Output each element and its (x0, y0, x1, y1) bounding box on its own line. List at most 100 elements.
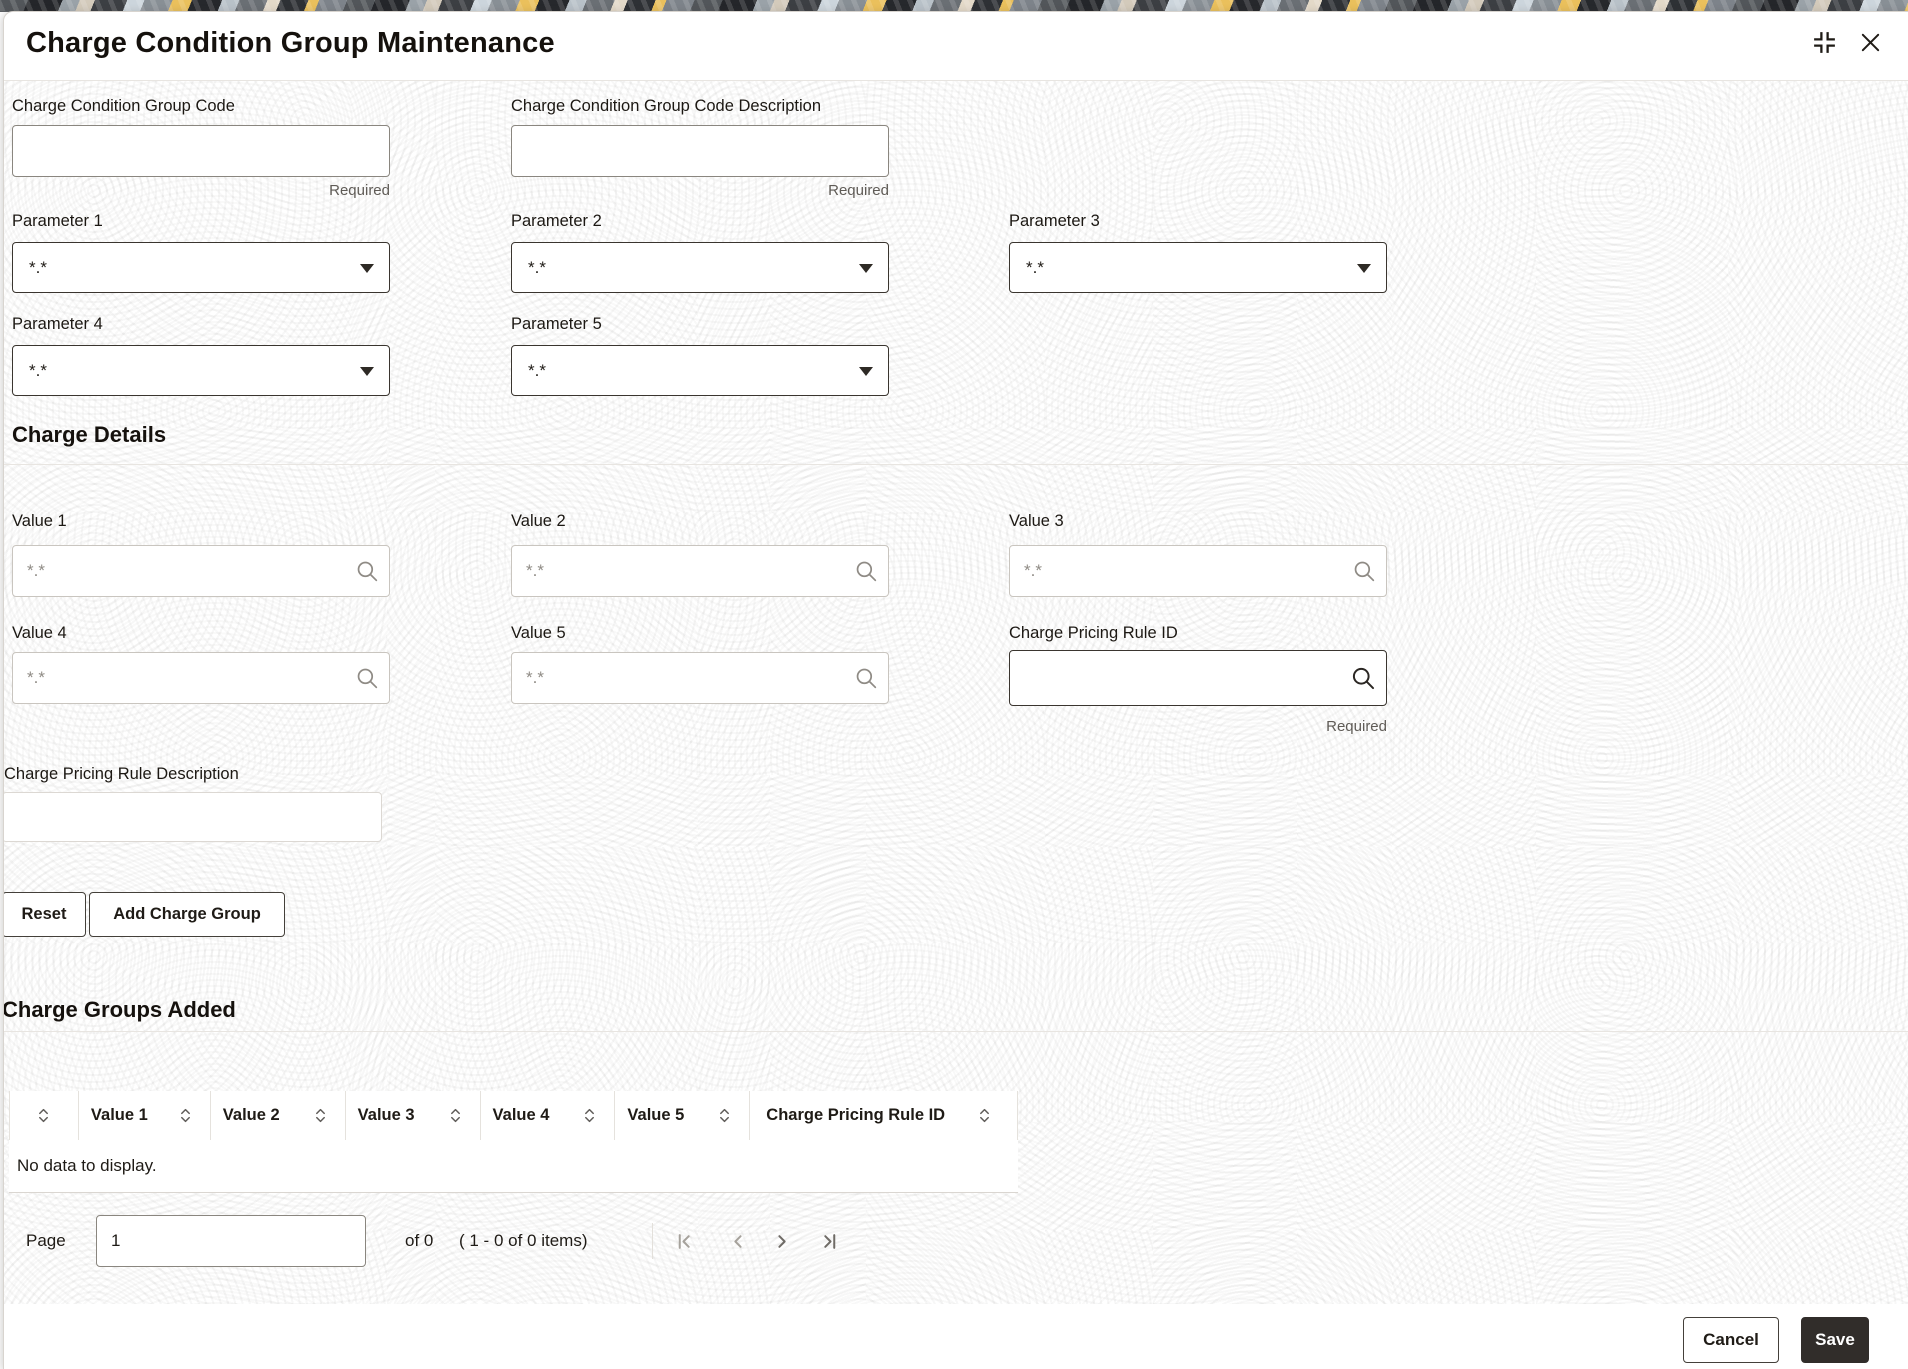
search-icon[interactable] (354, 665, 380, 691)
search-icon[interactable] (853, 558, 879, 584)
column-header-select[interactable] (10, 1091, 79, 1140)
parameter1-value: *.* (29, 257, 47, 277)
value5-input[interactable] (511, 652, 889, 704)
charge-groups-table: Value 1 Value 2 Value 3 Value 4 Value 5 … (9, 1091, 1019, 1193)
column-header-value5[interactable]: Value 5 (615, 1091, 751, 1140)
value1-label: Value 1 (12, 512, 67, 530)
value2-lookup-field (511, 545, 889, 597)
reset-button[interactable]: Reset (4, 892, 86, 937)
value2-label: Value 2 (511, 512, 566, 530)
dialog-title: Charge Condition Group Maintenance (26, 27, 555, 59)
value4-lookup-field (12, 652, 390, 704)
parameter2-label: Parameter 2 (511, 212, 602, 230)
value5-label: Value 5 (511, 624, 566, 642)
chevron-down-icon (360, 366, 374, 376)
section-divider (4, 464, 1908, 465)
value1-lookup-field (12, 545, 390, 597)
parameter1-select[interactable]: *.* (12, 242, 390, 293)
cancel-button[interactable]: Cancel (1683, 1317, 1779, 1363)
search-icon[interactable] (354, 558, 380, 584)
table-empty-message: No data to display. (9, 1140, 1018, 1193)
parameter4-select[interactable]: *.* (12, 345, 390, 396)
parameter2-value: *.* (528, 257, 546, 277)
parameter5-select[interactable]: *.* (511, 345, 889, 396)
column-label: Value 1 (90, 1106, 148, 1124)
first-page-icon (678, 1233, 690, 1249)
column-label: Value 5 (627, 1106, 685, 1124)
collapse-icon (1813, 31, 1835, 53)
page-label: Page (26, 1231, 66, 1250)
section-divider (4, 1031, 1908, 1032)
column-label: Value 2 (222, 1106, 280, 1124)
search-icon[interactable] (1349, 664, 1377, 692)
charge-pricing-rule-id-lookup-field (1009, 650, 1387, 706)
value1-input[interactable] (12, 545, 390, 597)
charge-groups-table-header: Value 1 Value 2 Value 3 Value 4 Value 5 … (9, 1091, 1019, 1140)
parameter4-label: Parameter 4 (12, 315, 103, 333)
parameter3-select[interactable]: *.* (1009, 242, 1387, 293)
page-of-text: of 0 (405, 1231, 434, 1250)
parameter3-label: Parameter 3 (1009, 212, 1100, 230)
dialog-header: Charge Condition Group Maintenance (4, 12, 1908, 81)
value3-input[interactable] (1009, 545, 1387, 597)
first-page-button[interactable] (670, 1227, 698, 1255)
last-page-icon (823, 1233, 835, 1249)
column-header-value2[interactable]: Value 2 (210, 1091, 346, 1140)
sort-arrows-icon (180, 1108, 190, 1123)
next-page-button[interactable] (767, 1227, 795, 1255)
charge-details-heading: Charge Details (12, 422, 167, 447)
search-icon[interactable] (853, 665, 879, 691)
value3-label: Value 3 (1009, 512, 1064, 530)
sort-arrows-icon (980, 1108, 989, 1123)
parameter3-value: *.* (1026, 257, 1044, 277)
group-code-input[interactable] (12, 125, 390, 177)
column-header-value1[interactable]: Value 1 (78, 1091, 211, 1140)
column-label: Charge Pricing Rule ID (766, 1106, 946, 1124)
save-button[interactable]: Save (1801, 1317, 1869, 1363)
collapse-window-button[interactable] (1805, 23, 1843, 61)
sort-arrows-icon (39, 1108, 49, 1123)
charge-pricing-rule-description-label: Charge Pricing Rule Description (4, 765, 239, 783)
charge-pricing-rule-description-input (4, 792, 382, 842)
dialog-footer: Cancel Save (4, 1304, 1908, 1369)
column-header-charge-pricing-rule-id[interactable]: Charge Pricing Rule ID (750, 1091, 1019, 1140)
parameter5-label: Parameter 5 (511, 315, 602, 333)
chevron-down-icon (1357, 263, 1371, 273)
value4-label: Value 4 (12, 624, 67, 642)
charge-pricing-rule-id-label: Charge Pricing Rule ID (1009, 624, 1178, 642)
column-header-value3[interactable]: Value 3 (345, 1091, 481, 1140)
previous-page-button[interactable] (724, 1227, 752, 1255)
page-number-input[interactable] (96, 1215, 366, 1267)
parameter4-value: *.* (29, 360, 47, 380)
previous-page-icon (733, 1234, 742, 1248)
group-code-description-label: Charge Condition Group Code Description (511, 97, 822, 115)
dialog-content: Charge Condition Group Code Required Cha… (4, 81, 1908, 1304)
pagination-separator (652, 1223, 653, 1259)
parameter2-select[interactable]: *.* (511, 242, 889, 293)
group-code-description-input[interactable] (511, 125, 889, 177)
close-button[interactable] (1853, 25, 1887, 59)
value3-lookup-field (1009, 545, 1387, 597)
column-label: Value 4 (492, 1106, 550, 1124)
close-icon (1861, 33, 1879, 51)
sort-arrows-icon (720, 1108, 730, 1123)
search-icon[interactable] (1351, 558, 1377, 584)
group-code-required-hint: Required (329, 182, 390, 199)
parameter1-label: Parameter 1 (12, 212, 103, 230)
charge-pricing-rule-id-input[interactable] (1009, 650, 1387, 706)
value2-input[interactable] (511, 545, 889, 597)
page-range-text: ( 1 - 0 of 0 items) (459, 1231, 588, 1250)
next-page-icon (777, 1234, 786, 1248)
last-page-button[interactable] (815, 1227, 843, 1255)
chevron-down-icon (360, 263, 374, 273)
sort-arrows-icon (450, 1108, 460, 1123)
column-header-value4[interactable]: Value 4 (480, 1091, 616, 1140)
charge-pricing-rule-id-required-hint: Required (1326, 718, 1387, 735)
sort-arrows-icon (315, 1108, 325, 1123)
sort-arrows-icon (585, 1108, 595, 1123)
value4-input[interactable] (12, 652, 390, 704)
chevron-down-icon (859, 263, 873, 273)
page-background: Charge Condition Group Maintenance Charg… (0, 0, 1908, 1369)
add-charge-group-button[interactable]: Add Charge Group (89, 892, 285, 937)
chevron-down-icon (859, 366, 873, 376)
